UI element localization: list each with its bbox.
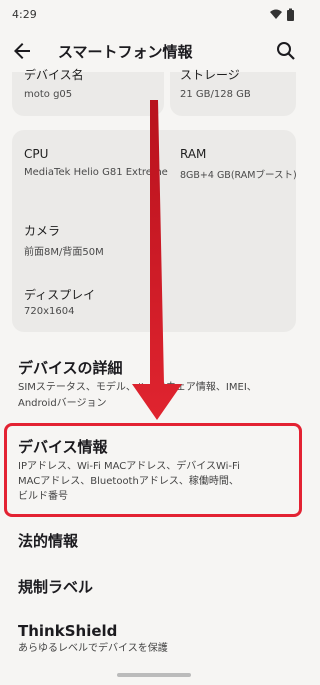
display-value: 720x1604 <box>24 306 75 317</box>
storage-label: ストレージ <box>180 68 240 82</box>
device-info-highlight-box <box>4 423 302 517</box>
display-label: ディスプレイ <box>24 288 96 302</box>
storage-value: 21 GB/128 GB <box>180 89 251 100</box>
device-name-value: moto g05 <box>24 89 73 100</box>
thinkshield-title: ThinkShield <box>18 622 118 640</box>
hardware-specs-card: CPU MediaTek Helio G81 Extreme RAM 8GB+4… <box>12 130 297 332</box>
cpu-label: CPU <box>24 147 49 161</box>
gesture-nav-bar[interactable] <box>117 673 191 677</box>
camera-value: 前面8M/背面50M <box>24 247 104 258</box>
device-details-title: デバイスの詳細 <box>18 359 123 377</box>
search-icon[interactable] <box>274 39 298 63</box>
status-bar: 4:29 <box>0 0 308 30</box>
camera-label: カメラ <box>24 224 61 238</box>
device-details-desc-line2: Androidバージョン <box>18 398 107 409</box>
storage-card[interactable]: ストレージ 21 GB/128 GB <box>170 68 296 116</box>
legal-info-item[interactable]: 法的情報 <box>18 530 78 551</box>
ram-label: RAM <box>180 147 207 161</box>
cpu-value: MediaTek Helio G81 Extreme <box>24 167 168 178</box>
page-title: スマートフォン情報 <box>58 43 193 61</box>
status-time: 4:29 <box>12 8 37 21</box>
wifi-battery-icon <box>270 8 294 21</box>
ram-value: 8GB+4 GB(RAMブースト) <box>180 170 297 181</box>
regulatory-labels-item[interactable]: 規制ラベル <box>18 576 93 597</box>
device-name-label: デバイス名 <box>24 68 84 82</box>
back-arrow-icon[interactable] <box>10 39 34 63</box>
device-name-card[interactable]: デバイス名 moto g05 <box>12 68 164 116</box>
device-details-desc-line1: SIMステータス、モデル、ハードウェア情報、IMEI、 <box>18 382 257 393</box>
thinkshield-desc: あらゆるレベルでデバイスを保護 <box>18 643 168 654</box>
